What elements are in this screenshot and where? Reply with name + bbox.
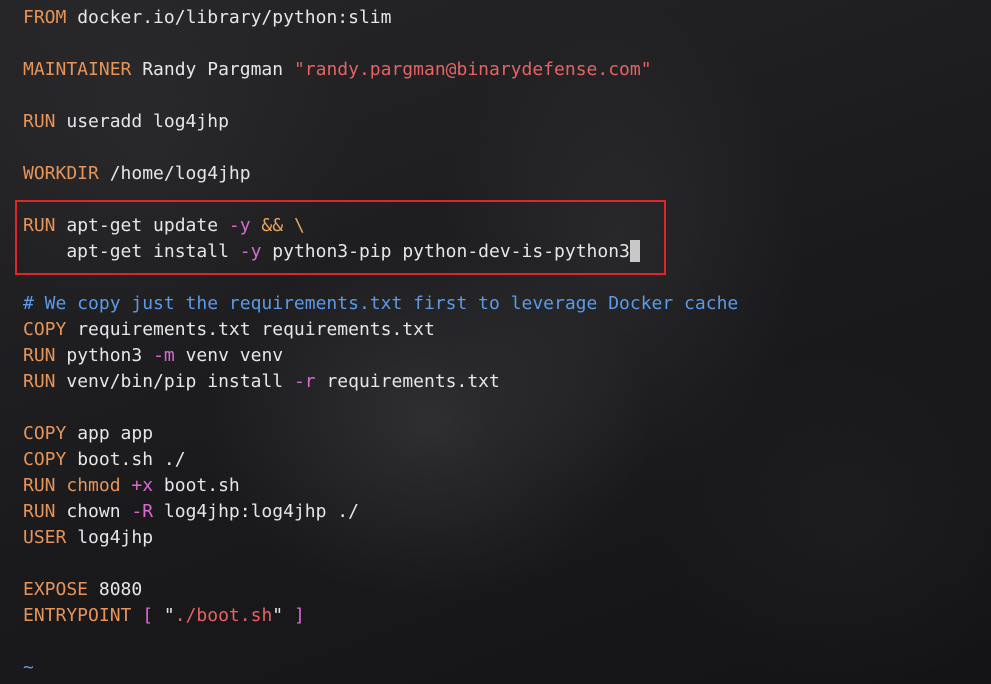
empty-line bbox=[23, 551, 991, 577]
code-line-copy-requirements: COPY requirements.txt requirements.txt bbox=[23, 317, 991, 343]
empty-line bbox=[23, 395, 991, 421]
instruction-keyword: RUN bbox=[23, 215, 56, 236]
code-text: python3 bbox=[55, 345, 154, 366]
empty-line bbox=[23, 629, 991, 655]
command-text: chmod bbox=[66, 475, 121, 496]
code-line-run-chown: RUN chown -R log4jhp:log4jhp ./ bbox=[23, 499, 991, 525]
code-text: Randy Pargman bbox=[131, 59, 294, 80]
code-text: app app bbox=[66, 423, 154, 444]
empty-line bbox=[23, 135, 991, 161]
code-text: venv venv bbox=[174, 345, 284, 366]
bracket-open: [ bbox=[142, 605, 154, 626]
code-line-run-chmod: RUN chmod +x boot.sh bbox=[23, 473, 991, 499]
instruction-keyword: COPY bbox=[23, 449, 67, 470]
instruction-keyword: RUN bbox=[23, 111, 56, 132]
instruction-keyword: RUN bbox=[23, 501, 56, 522]
code-line-run-apt-update: RUN apt-get update -y && \ bbox=[23, 213, 991, 239]
code-text: python3-pip python-dev-is-python3 bbox=[261, 241, 630, 262]
code-text: apt-get install bbox=[23, 241, 240, 262]
instruction-keyword: ENTRYPOINT bbox=[23, 605, 132, 626]
code-text: boot.sh bbox=[153, 475, 240, 496]
instruction-keyword: FROM bbox=[23, 7, 67, 28]
flag-text: -y bbox=[239, 241, 262, 262]
code-text: 8080 bbox=[88, 579, 143, 600]
code-line-apt-install: apt-get install -y python3-pip python-de… bbox=[23, 239, 991, 265]
dockerfile-editor[interactable]: FROM docker.io/library/python:slim MAINT… bbox=[23, 5, 991, 681]
tilde-marker: ~ bbox=[23, 657, 34, 678]
code-text: apt-get update bbox=[55, 215, 229, 236]
instruction-keyword: COPY bbox=[23, 319, 67, 340]
operator-text: && \ bbox=[250, 215, 305, 236]
instruction-keyword: MAINTAINER bbox=[23, 59, 132, 80]
bracket-close: ] bbox=[293, 605, 305, 626]
code-line-maintainer: MAINTAINER Randy Pargman "randy.pargman@… bbox=[23, 57, 991, 83]
code-text: requirements.txt bbox=[315, 371, 500, 392]
empty-line bbox=[23, 31, 991, 57]
code-line-copy-app: COPY app app bbox=[23, 421, 991, 447]
instruction-keyword: COPY bbox=[23, 423, 67, 444]
string-literal: ./boot.sh bbox=[174, 605, 273, 626]
flag-text: +x bbox=[120, 475, 154, 496]
code-line-workdir: WORKDIR /home/log4jhp bbox=[23, 161, 991, 187]
instruction-keyword: USER bbox=[23, 527, 67, 548]
comment-text: # We copy just the requirements.txt firs… bbox=[23, 293, 739, 314]
code-text: docker.io/library/python:slim bbox=[66, 7, 392, 28]
instruction-keyword: RUN bbox=[23, 345, 56, 366]
flag-text: -r bbox=[293, 371, 316, 392]
instruction-keyword: RUN bbox=[23, 475, 56, 496]
code-text: " bbox=[153, 605, 175, 626]
empty-line bbox=[23, 265, 991, 291]
code-line-run-pip-install: RUN venv/bin/pip install -r requirements… bbox=[23, 369, 991, 395]
flag-text: -y bbox=[228, 215, 251, 236]
code-text: chown bbox=[55, 501, 132, 522]
code-text: log4jhp:log4jhp ./ bbox=[153, 501, 359, 522]
code-line-expose: EXPOSE 8080 bbox=[23, 577, 991, 603]
string-literal: "randy.pargman@binarydefense.com" bbox=[293, 59, 652, 80]
instruction-keyword: WORKDIR bbox=[23, 163, 99, 184]
instruction-keyword: EXPOSE bbox=[23, 579, 89, 600]
code-text: requirements.txt requirements.txt bbox=[66, 319, 435, 340]
empty-line bbox=[23, 83, 991, 109]
code-line-user: USER log4jhp bbox=[23, 525, 991, 551]
code-text: /home/log4jhp bbox=[98, 163, 251, 184]
instruction-keyword: RUN bbox=[23, 371, 56, 392]
flag-text: -R bbox=[131, 501, 154, 522]
text-cursor bbox=[629, 240, 640, 262]
empty-line bbox=[23, 187, 991, 213]
code-text: " bbox=[272, 605, 294, 626]
code-text: venv/bin/pip install bbox=[55, 371, 294, 392]
code-line-from: FROM docker.io/library/python:slim bbox=[23, 5, 991, 31]
code-line-copy-boot: COPY boot.sh ./ bbox=[23, 447, 991, 473]
code-line-comment: # We copy just the requirements.txt firs… bbox=[23, 291, 991, 317]
code-line-run-venv: RUN python3 -m venv venv bbox=[23, 343, 991, 369]
code-text: useradd log4jhp bbox=[55, 111, 229, 132]
flag-text: -m bbox=[153, 345, 175, 366]
code-line-run-useradd: RUN useradd log4jhp bbox=[23, 109, 991, 135]
code-text: log4jhp bbox=[66, 527, 154, 548]
code-line-entrypoint: ENTRYPOINT [ "./boot.sh" ] bbox=[23, 603, 991, 629]
end-of-buffer-line: ~ bbox=[23, 655, 991, 681]
code-text: boot.sh ./ bbox=[66, 449, 186, 470]
